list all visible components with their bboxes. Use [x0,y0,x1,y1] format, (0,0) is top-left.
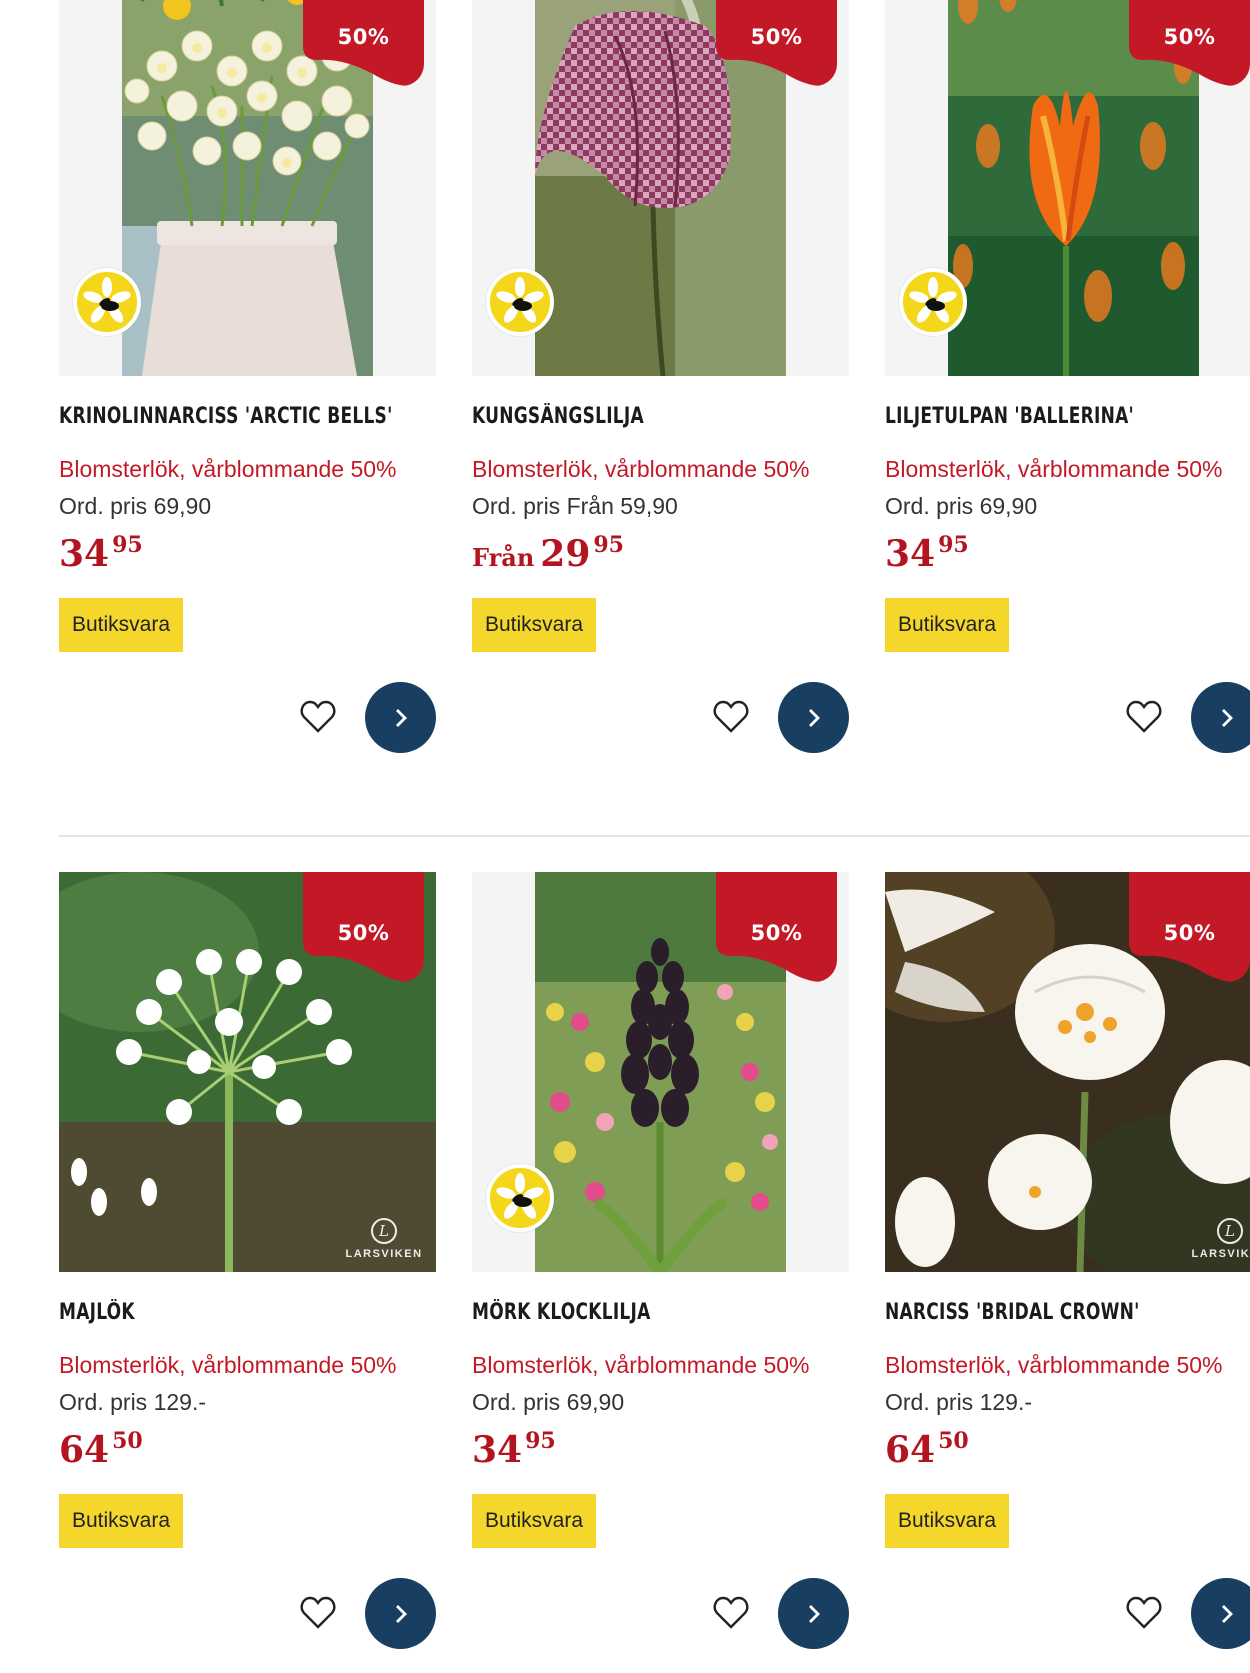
heart-icon[interactable] [300,700,336,734]
product-image[interactable]: 50% LLARSVIKEN [885,872,1250,1272]
card-actions [885,1578,1250,1650]
larsviken-logo: L LARSVIKEN [1188,1218,1250,1260]
product-category: Blomsterlök, vårblommande 50% [885,456,1223,482]
larsviken-logo: L LARSVIKEN [342,1218,426,1260]
product-category: Blomsterlök, vårblommande 50% [472,1352,810,1378]
go-to-product-button[interactable] [1191,1578,1250,1649]
price-decimals: 95 [938,532,969,558]
heart-icon[interactable] [1126,700,1162,734]
product-card: 50% MÖRK KLOCKLILJA Blomsterlök, vårblom… [472,872,849,1650]
price-integer: 34 [885,533,936,575]
larsviken-wordmark: LARSVIKEN [1191,1248,1250,1260]
ordinary-price: Ord. pris 69,90 [885,493,1038,519]
product-category: Blomsterlök, vårblommande 50% [59,1352,397,1378]
price-integer: 64 [885,1429,936,1471]
product-image[interactable]: 50% LLARSVIKEN [59,872,436,1272]
larsviken-mark: L [371,1218,397,1244]
price-from-label: Från [472,543,535,572]
sale-price: 34 95 [472,1428,849,1471]
store-item-tag: Butiksvara [885,1494,1010,1548]
card-actions [472,682,849,754]
card-actions [59,682,436,754]
ordinary-price: Ord. pris 129.- [59,1389,206,1415]
go-to-product-button[interactable] [778,682,849,753]
price-decimals: 50 [112,1428,143,1454]
sale-price: 64 50 [59,1428,436,1471]
product-card: 50% LLARSVIKEN NARCISS 'BRIDAL CROWN' Bl… [885,872,1250,1650]
sale-price: 34 95 [59,532,436,575]
card-actions [59,1578,436,1650]
price-integer: 29 [540,533,591,575]
product-card: 50% KUNGSÄNGSLILJA Blomsterlök, vårblomm… [472,0,849,754]
product-category: Blomsterlök, vårblommande 50% [59,456,397,482]
heart-icon[interactable] [1126,1596,1162,1630]
product-row: 50% L LARSVIKEN MAJLÖK Blomsterlök, vårbl… [0,872,1250,1672]
chevron-right-icon [1221,1604,1233,1623]
ordinary-price: Ord. pris Från 59,90 [472,493,678,519]
price-integer: 34 [472,1429,523,1471]
bee-friendly-icon [486,1164,554,1232]
product-name[interactable]: MAJLÖK [59,1300,383,1330]
product-row: 50% KRINOLINNARCISS 'ARCTIC BELLS' Bloms… [0,0,1250,776]
go-to-product-button[interactable] [1191,682,1250,753]
product-name[interactable]: KUNGSÄNGSLILJA [472,404,796,434]
heart-icon[interactable] [300,1596,336,1630]
store-item-tag: Butiksvara [472,598,597,652]
ordinary-price: Ord. pris 129.- [885,1389,1032,1415]
product-name[interactable]: MÖRK KLOCKLILJA [472,1300,796,1330]
product-name[interactable]: NARCISS 'BRIDAL CROWN' [885,1300,1209,1330]
bee-friendly-icon [73,268,141,336]
product-image[interactable]: 50% [885,0,1250,376]
product-image[interactable]: 50% [472,872,849,1272]
sale-price: 34 95 [885,532,1250,575]
chevron-right-icon [808,708,820,727]
product-card: 50% L LARSVIKEN MAJLÖK Blomsterlök, vårbl… [59,872,436,1650]
product-name[interactable]: KRINOLINNARCISS 'ARCTIC BELLS' [59,404,392,434]
card-actions [472,1578,849,1650]
sale-price: 64 50 [885,1428,1250,1471]
price-decimals: 95 [525,1428,556,1454]
heart-icon[interactable] [713,1596,749,1630]
chevron-right-icon [395,1604,407,1623]
bee-friendly-icon [899,268,967,336]
store-item-tag: Butiksvara [59,598,184,652]
larsviken-wordmark: LARSVIKEN [345,1248,423,1260]
price-decimals: 95 [593,532,624,558]
price-integer: 34 [59,533,110,575]
store-item-tag: Butiksvara [472,1494,597,1548]
sale-price: Från 29 95 [472,532,849,575]
bee-friendly-icon [486,268,554,336]
price-decimals: 95 [112,532,143,558]
card-actions [885,682,1250,754]
go-to-product-button[interactable] [778,1578,849,1649]
go-to-product-button[interactable] [365,682,436,753]
ordinary-price: Ord. pris 69,90 [472,1389,625,1415]
product-image[interactable]: 50% [472,0,849,376]
product-card: 50% KRINOLINNARCISS 'ARCTIC BELLS' Bloms… [59,0,436,754]
chevron-right-icon [1221,708,1233,727]
product-category: Blomsterlök, vårblommande 50% [472,456,810,482]
product-category: Blomsterlök, vårblommande 50% [885,1352,1223,1378]
product-image[interactable]: 50% [59,0,436,376]
row-divider [59,835,1250,837]
larsviken-mark: L [1217,1218,1243,1244]
ordinary-price: Ord. pris 69,90 [59,493,212,519]
price-decimals: 50 [938,1428,969,1454]
product-name[interactable]: LILJETULPAN 'BALLERINA' [885,404,1209,434]
store-item-tag: Butiksvara [59,1494,184,1548]
chevron-right-icon [808,1604,820,1623]
price-integer: 64 [59,1429,110,1471]
product-card: 50% LILJETULPAN 'BALLERINA' Blomsterlök,… [885,0,1250,754]
go-to-product-button[interactable] [365,1578,436,1649]
store-item-tag: Butiksvara [885,598,1010,652]
chevron-right-icon [395,708,407,727]
heart-icon[interactable] [713,700,749,734]
